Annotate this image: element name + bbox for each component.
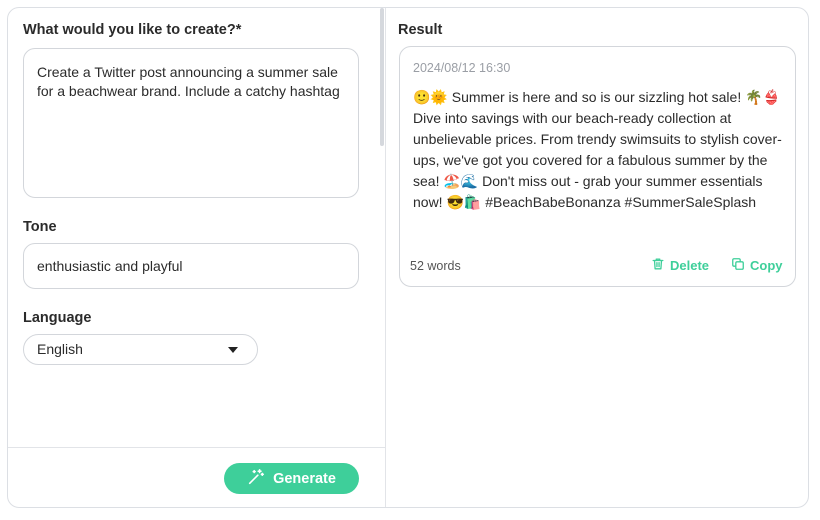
- scrollbar[interactable]: [380, 8, 384, 146]
- result-timestamp: 2024/08/12 16:30: [413, 61, 511, 75]
- result-text: 🙂🌞 Summer is here and so is our sizzling…: [413, 89, 782, 210]
- prompt-textarea[interactable]: Create a Twitter post announcing a summe…: [23, 48, 359, 198]
- tone-label: Tone: [23, 219, 57, 235]
- language-selected-value: English: [37, 341, 83, 357]
- result-card: 2024/08/12 16:30 🙂🌞 Summer is here and s…: [399, 46, 796, 287]
- generate-button[interactable]: Generate: [224, 463, 359, 494]
- input-footer: Generate: [8, 447, 385, 507]
- language-label: Language: [23, 310, 92, 326]
- input-form: What would you like to create?* Create a…: [8, 8, 385, 447]
- result-label: Result: [398, 22, 443, 38]
- magic-wand-icon: [247, 468, 265, 490]
- language-select[interactable]: English: [23, 334, 258, 365]
- copy-button[interactable]: Copy: [731, 257, 783, 274]
- copy-label: Copy: [750, 258, 783, 273]
- copy-icon: [731, 257, 745, 274]
- word-count: 52 words: [410, 259, 461, 273]
- trash-icon: [651, 257, 665, 274]
- app-window: What would you like to create?* Create a…: [7, 7, 809, 508]
- delete-button[interactable]: Delete: [651, 257, 709, 274]
- input-panel: What would you like to create?* Create a…: [8, 8, 385, 507]
- caret-down-icon: [228, 347, 238, 353]
- prompt-label: What would you like to create?*: [23, 22, 242, 38]
- delete-label: Delete: [670, 258, 710, 273]
- generate-label: Generate: [273, 470, 336, 487]
- tone-input[interactable]: enthusiastic and playful: [23, 243, 359, 289]
- result-panel: Result 2024/08/12 16:30 🙂🌞 Summer is her…: [386, 8, 808, 507]
